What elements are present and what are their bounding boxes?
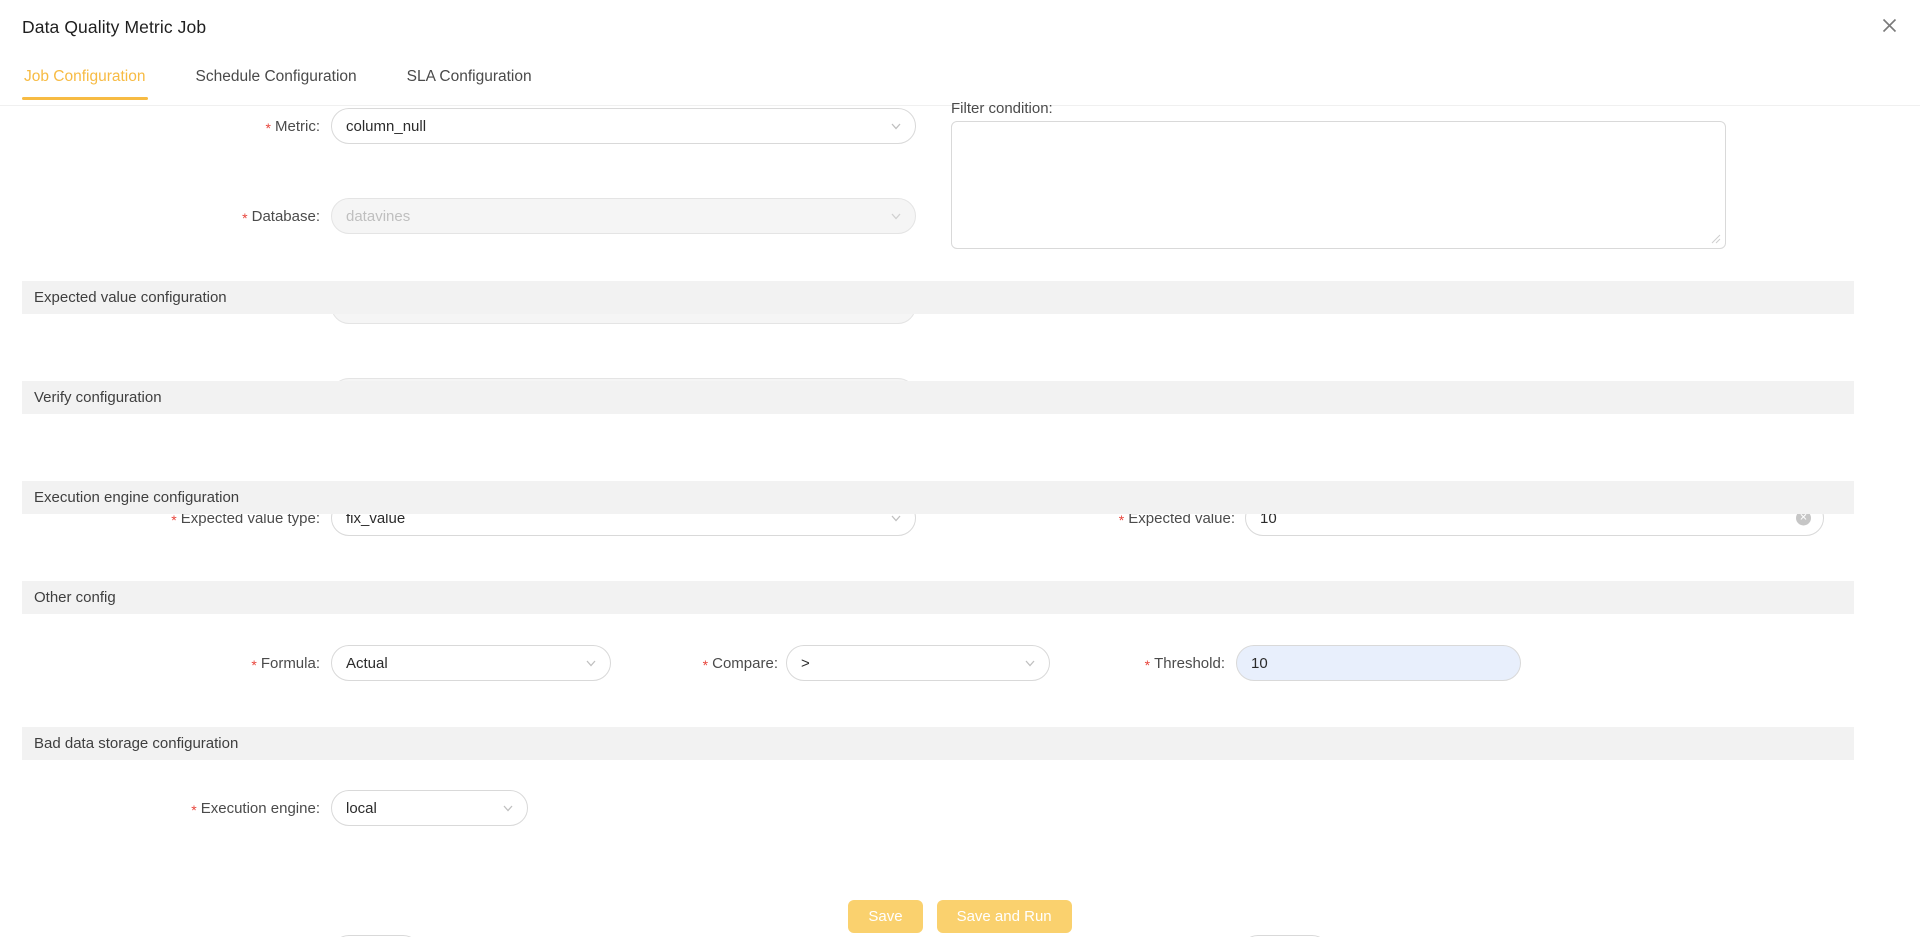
- required-asterisk-icon: *: [1144, 657, 1151, 673]
- close-icon[interactable]: [1878, 14, 1900, 36]
- threshold-label: * Threshold:: [1144, 655, 1225, 673]
- section-bad-data-storage-configuration: Bad data storage configuration: [22, 727, 1854, 760]
- threshold-input[interactable]: 10: [1236, 645, 1521, 681]
- field-row-execution-engine: * Execution engine: local: [0, 790, 1920, 835]
- save-button[interactable]: Save: [848, 899, 923, 933]
- required-asterisk-icon: *: [242, 210, 248, 226]
- resize-grip-icon[interactable]: [1711, 234, 1723, 246]
- page-title: Data Quality Metric Job: [22, 16, 207, 37]
- threshold-value: 10: [1251, 654, 1268, 672]
- field-row-verify: * Formula: Actual * Compare: > * Threshold:: [0, 645, 1920, 690]
- tab-schedule-configuration[interactable]: Schedule Configuration: [194, 62, 359, 99]
- database-select[interactable]: datavines: [331, 198, 916, 234]
- section-execution-engine-configuration: Execution engine configuration: [22, 481, 1854, 514]
- compare-value: >: [801, 654, 810, 672]
- execution-engine-label: * Execution engine:: [191, 800, 320, 818]
- required-asterisk-icon: *: [1118, 512, 1125, 528]
- dialog-footer: Save Save and Run: [0, 895, 1920, 937]
- metric-label: * Metric:: [265, 118, 320, 136]
- execution-engine-value: local: [346, 799, 377, 817]
- database-value: datavines: [346, 207, 411, 225]
- section-title: Verify configuration: [34, 389, 162, 406]
- required-asterisk-icon: *: [251, 657, 257, 673]
- chevron-down-icon: [502, 802, 514, 814]
- formula-value: Actual: [346, 654, 388, 672]
- job-configuration-form: * Metric: column_null * Database: datavine…: [0, 100, 1920, 937]
- dialog-header: Data Quality Metric Job: [0, 0, 1920, 54]
- execution-engine-select[interactable]: local: [331, 790, 528, 826]
- metric-value: column_null: [346, 117, 427, 135]
- chevron-down-icon: [890, 210, 902, 222]
- save-and-run-button[interactable]: Save and Run: [936, 899, 1072, 933]
- chevron-down-icon: [1024, 657, 1036, 669]
- metric-select[interactable]: column_null: [331, 108, 916, 144]
- tab-sla-configuration-label: SLA Configuration: [406, 68, 532, 85]
- section-title: Expected value configuration: [34, 289, 227, 306]
- tab-job-configuration-label: Job Configuration: [24, 68, 146, 85]
- compare-label: * Compare:: [702, 655, 778, 673]
- required-asterisk-icon: *: [702, 657, 709, 673]
- formula-select[interactable]: Actual: [331, 645, 611, 681]
- required-asterisk-icon: *: [265, 120, 271, 136]
- tab-job-configuration[interactable]: Job Configuration: [22, 62, 148, 100]
- required-asterisk-icon: *: [171, 512, 177, 528]
- tab-sla-configuration[interactable]: SLA Configuration: [405, 62, 534, 99]
- filter-condition-textarea[interactable]: [951, 121, 1726, 249]
- formula-label: * Formula:: [251, 655, 320, 673]
- chevron-down-icon: [585, 657, 597, 669]
- database-label: * Database:: [242, 208, 320, 226]
- required-asterisk-icon: *: [191, 802, 197, 818]
- section-expected-value-configuration: Expected value configuration: [22, 281, 1854, 314]
- tab-schedule-configuration-label: Schedule Configuration: [195, 68, 357, 85]
- section-title: Bad data storage configuration: [34, 735, 239, 752]
- section-title: Execution engine configuration: [34, 489, 240, 506]
- chevron-down-icon: [890, 120, 902, 132]
- data-quality-metric-job-dialog: Data Quality Metric Job Job Configuratio…: [0, 0, 1920, 937]
- section-verify-configuration: Verify configuration: [22, 381, 1854, 414]
- section-title: Other config: [34, 589, 116, 606]
- section-other-config: Other config: [22, 581, 1854, 614]
- compare-select[interactable]: >: [786, 645, 1050, 681]
- filter-condition-label: Filter condition:: [951, 100, 1053, 117]
